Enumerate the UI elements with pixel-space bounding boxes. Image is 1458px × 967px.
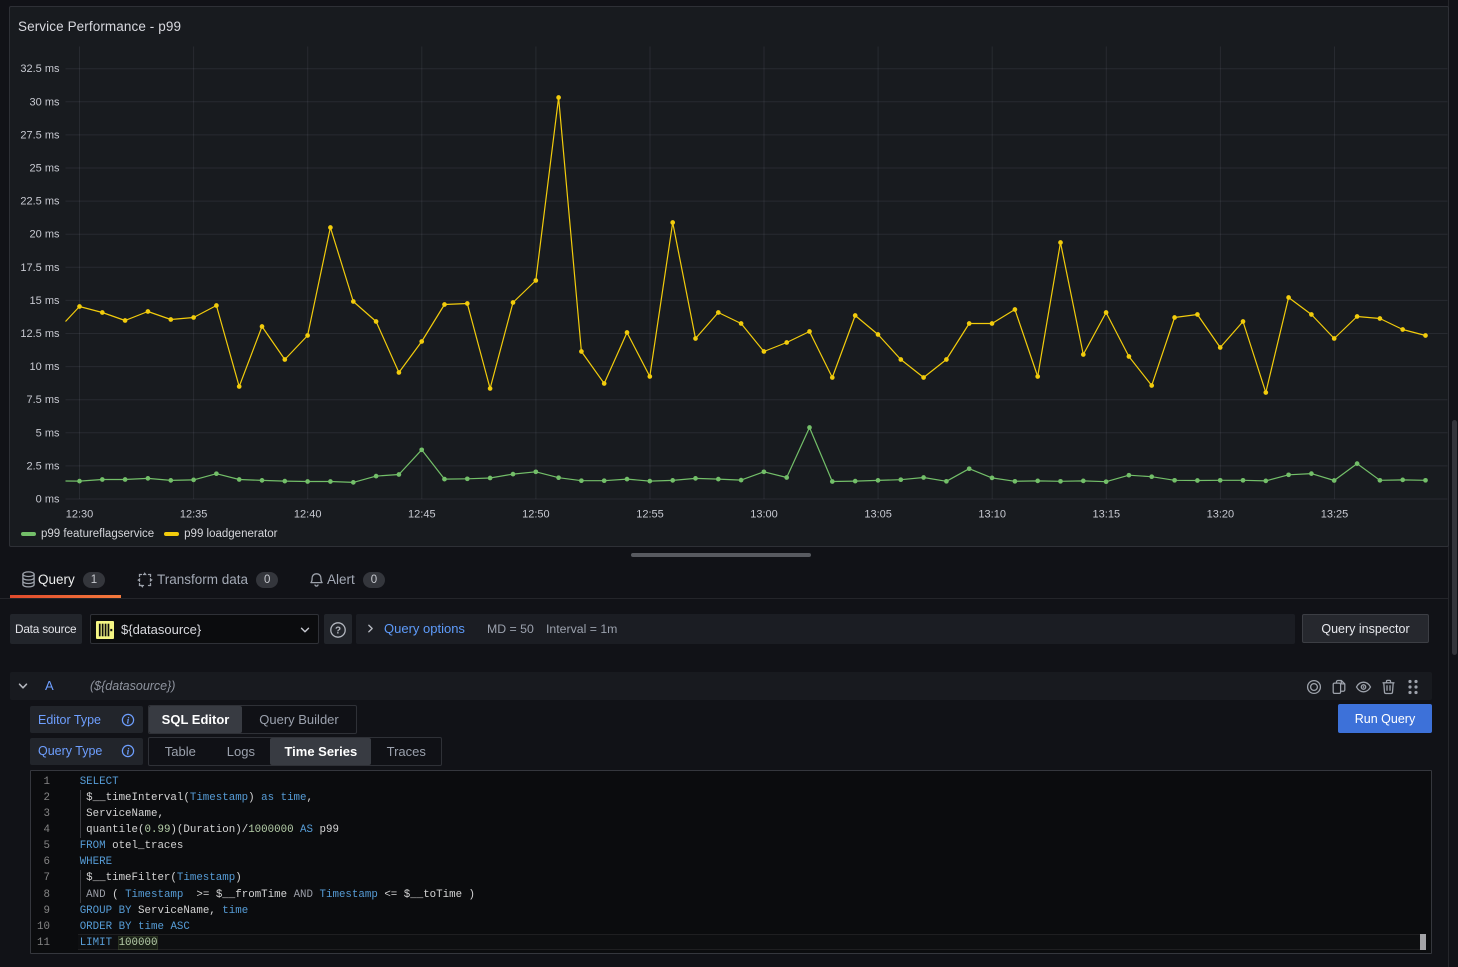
svg-text:?: ? — [335, 626, 341, 637]
svg-text:12:50: 12:50 — [522, 508, 550, 520]
svg-text:13:15: 13:15 — [1092, 508, 1120, 520]
svg-text:27.5 ms: 27.5 ms — [20, 129, 60, 141]
svg-text:i: i — [127, 746, 130, 756]
svg-text:12:45: 12:45 — [408, 508, 436, 520]
svg-text:32.5 ms: 32.5 ms — [20, 63, 60, 75]
svg-text:13:00: 13:00 — [750, 508, 778, 520]
svg-text:0 ms: 0 ms — [35, 493, 59, 505]
svg-text:12:30: 12:30 — [65, 508, 93, 520]
svg-text:25 ms: 25 ms — [29, 162, 59, 174]
svg-text:10 ms: 10 ms — [29, 361, 59, 373]
svg-text:i: i — [127, 715, 130, 725]
svg-text:13:20: 13:20 — [1206, 508, 1234, 520]
svg-text:12:35: 12:35 — [179, 508, 207, 520]
svg-text:13:10: 13:10 — [978, 508, 1006, 520]
svg-text:2.5 ms: 2.5 ms — [26, 460, 60, 472]
svg-text:17.5 ms: 17.5 ms — [20, 261, 60, 273]
svg-text:15 ms: 15 ms — [29, 294, 59, 306]
svg-text:22.5 ms: 22.5 ms — [20, 195, 60, 207]
svg-text:13:25: 13:25 — [1320, 508, 1348, 520]
svg-text:20 ms: 20 ms — [29, 228, 59, 240]
svg-text:5 ms: 5 ms — [35, 427, 59, 439]
svg-text:30 ms: 30 ms — [29, 96, 59, 108]
svg-text:12:40: 12:40 — [293, 508, 321, 520]
svg-text:13:05: 13:05 — [864, 508, 892, 520]
svg-text:12.5 ms: 12.5 ms — [20, 328, 60, 340]
svg-text:12:55: 12:55 — [636, 508, 664, 520]
svg-text:7.5 ms: 7.5 ms — [26, 394, 60, 406]
